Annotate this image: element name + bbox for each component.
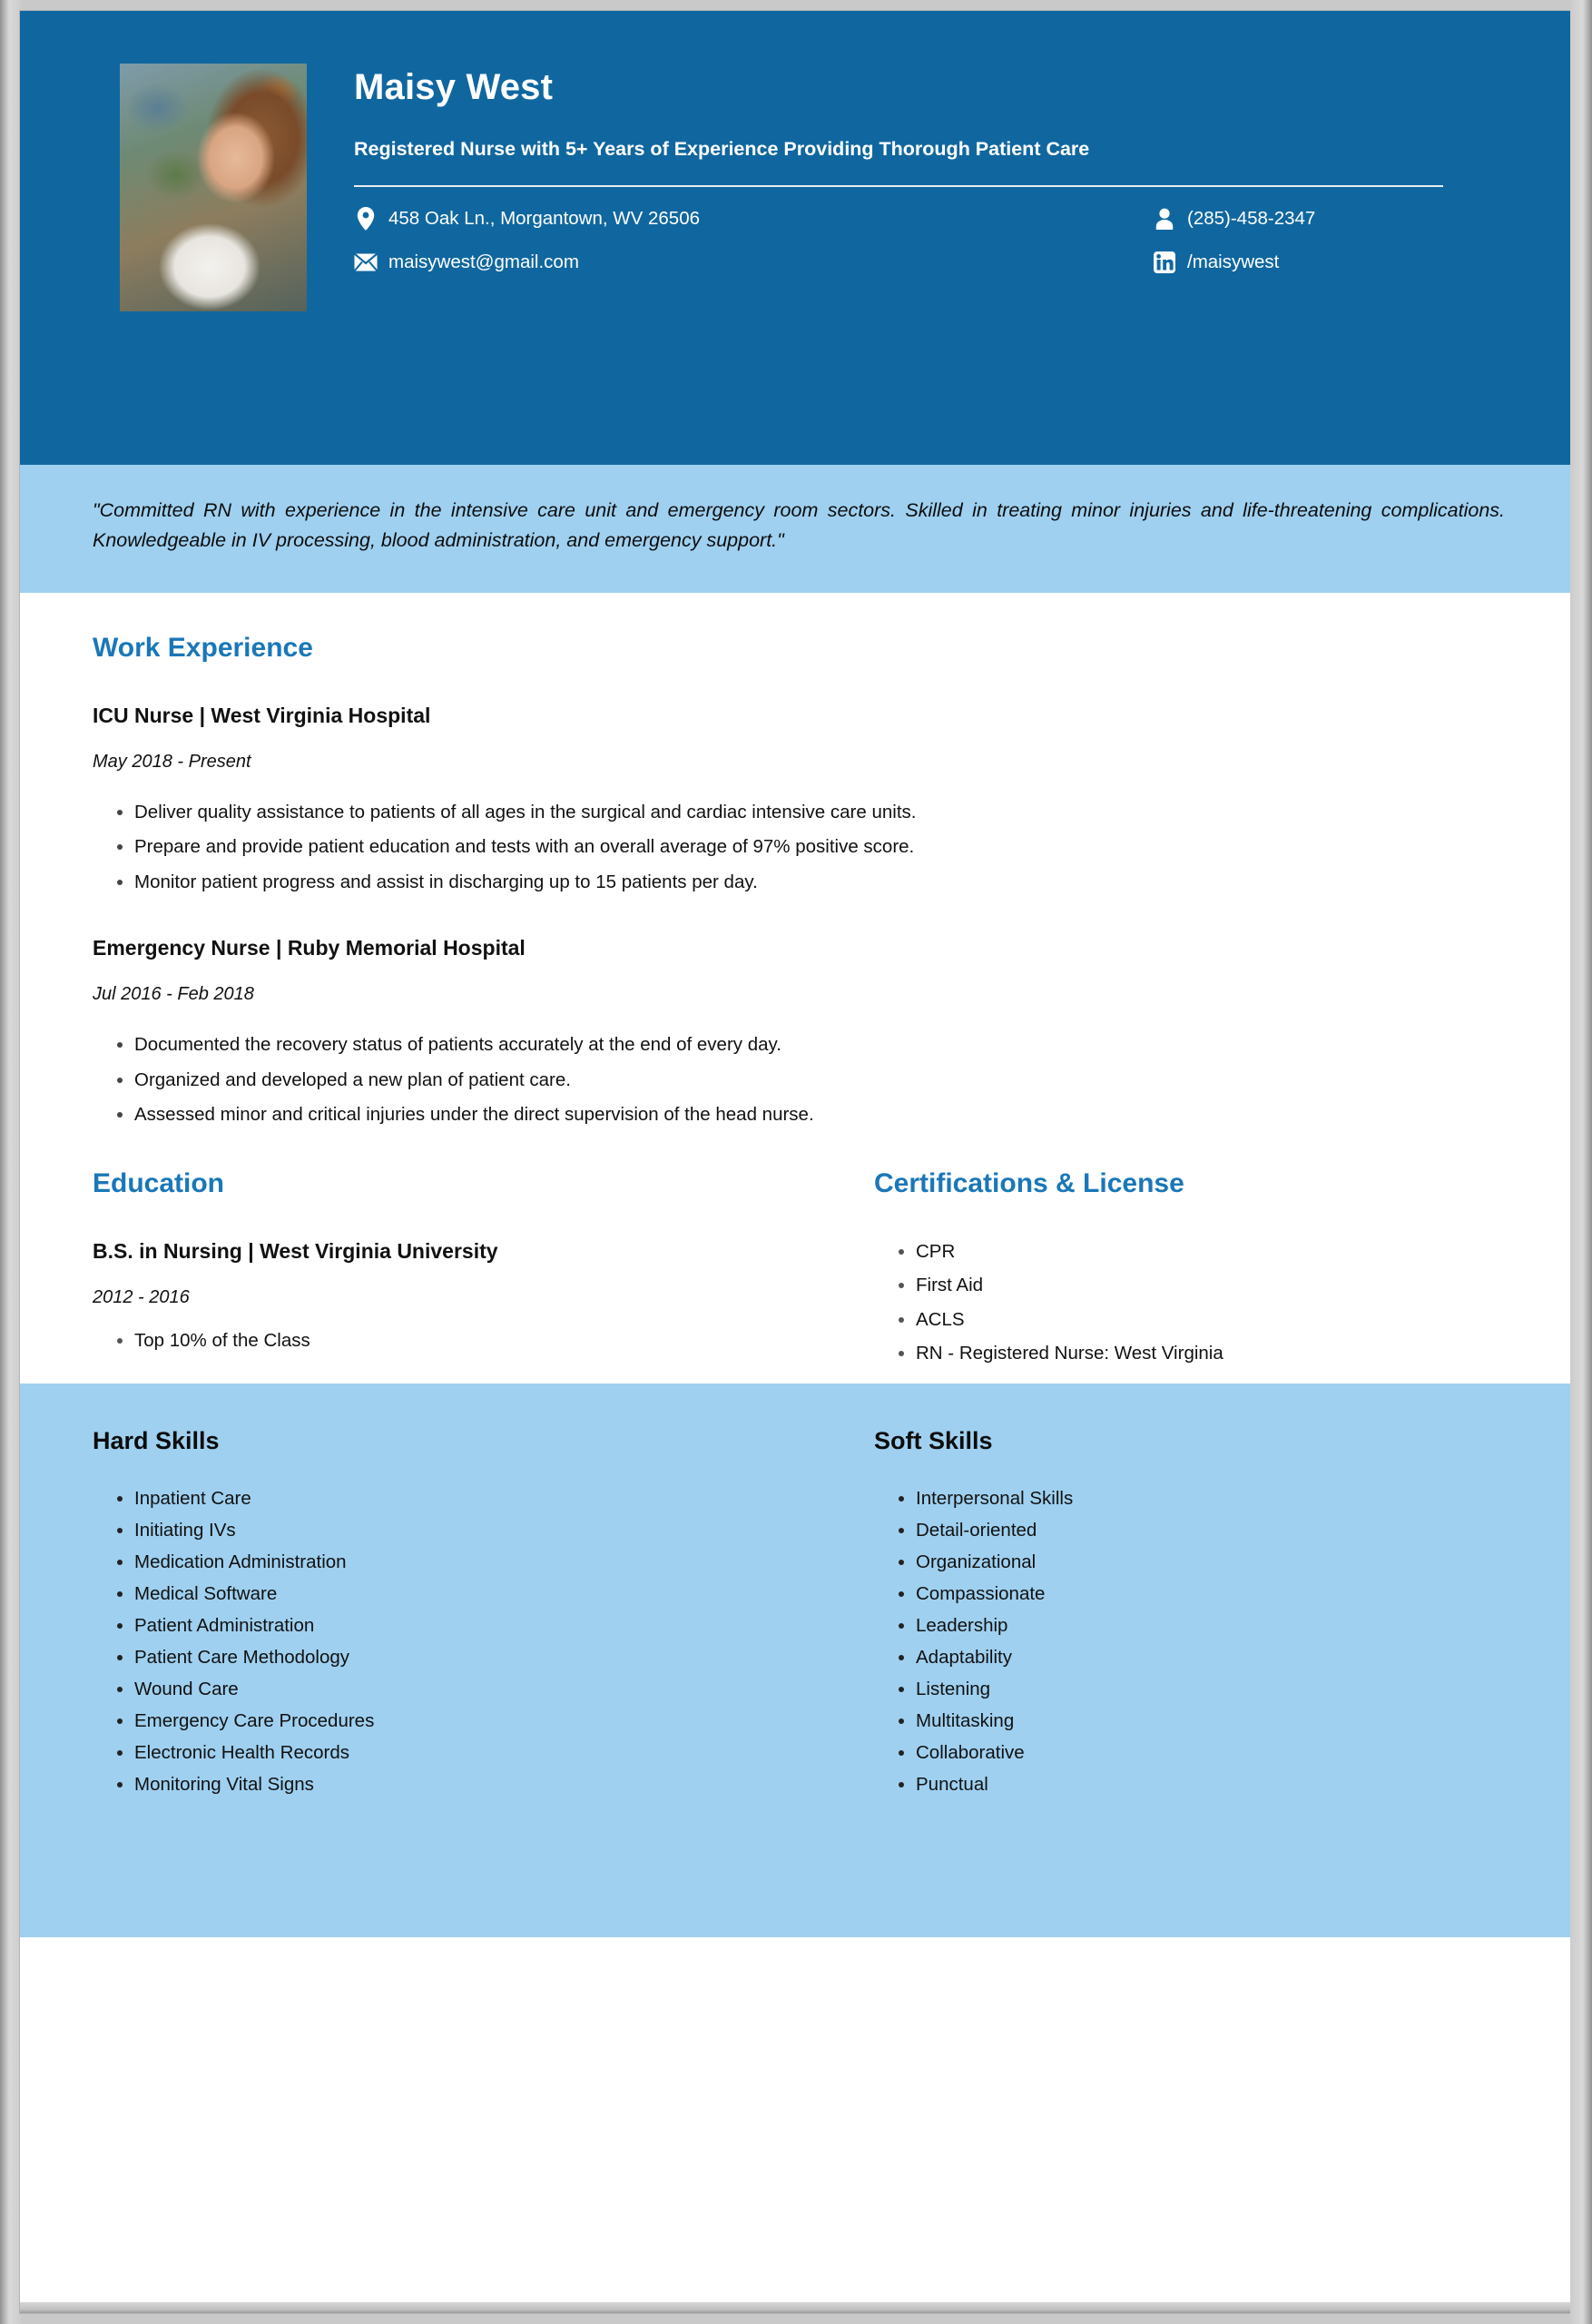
certifications-list: CPR First Aid ACLS RN - Registered Nurse… bbox=[874, 1239, 1499, 1364]
soft-skills-column: Soft Skills Interpersonal Skills Detail-… bbox=[796, 1427, 1499, 1804]
job-bullet: Documented the recovery status of patien… bbox=[134, 1032, 1499, 1057]
soft-skill-item: Detail-oriented bbox=[916, 1518, 1499, 1542]
education-degree: B.S. in Nursing bbox=[93, 1239, 242, 1264]
education-degree-line: B.S. in Nursing | West Virginia Universi… bbox=[93, 1239, 796, 1264]
education-highlights: Top 10% of the Class bbox=[93, 1328, 796, 1353]
contact-phone[interactable]: (285)-458-2347 bbox=[1153, 207, 1443, 231]
contact-linkedin[interactable]: /maisywest bbox=[1153, 251, 1443, 274]
contact-email[interactable]: maisywest@gmail.com bbox=[354, 251, 1153, 274]
education-column: Education B.S. in Nursing | West Virgini… bbox=[93, 1168, 796, 1374]
section-title-work-experience: Work Experience bbox=[93, 632, 313, 663]
contact-address[interactable]: 458 Oak Ln., Morgantown, WV 26506 bbox=[354, 206, 1153, 231]
soft-skill-item: Leadership bbox=[916, 1613, 1499, 1638]
candidate-name: Maisy West bbox=[354, 67, 554, 107]
soft-skill-item: Interpersonal Skills bbox=[916, 1486, 1499, 1511]
education-dates: 2012 - 2016 bbox=[93, 1287, 190, 1308]
job-bullet: Monitor patient progress and assist in d… bbox=[134, 870, 1499, 894]
candidate-headline: Registered Nurse with 5+ Years of Experi… bbox=[354, 138, 1090, 160]
job-bullet: Organized and developed a new plan of pa… bbox=[134, 1068, 1499, 1092]
job-entry: Emergency Nurse | Ruby Memorial Hospital… bbox=[93, 936, 1499, 1127]
job-bullet: Assessed minor and critical injuries und… bbox=[134, 1102, 1499, 1127]
contact-linkedin-text: /maisywest bbox=[1187, 251, 1280, 272]
job-role: Emergency Nurse bbox=[93, 936, 270, 960]
education-school: West Virginia University bbox=[260, 1239, 498, 1264]
soft-skill-item: Compassionate bbox=[916, 1581, 1499, 1606]
hard-skills-column: Hard Skills Inpatient Care Initiating IV… bbox=[93, 1427, 796, 1804]
job-entry: ICU Nurse | West Virginia Hospital May 2… bbox=[93, 704, 1499, 894]
section-title-certifications: Certifications & License bbox=[874, 1168, 1184, 1199]
soft-skill-item: Adaptability bbox=[916, 1645, 1499, 1669]
section-title-soft-skills: Soft Skills bbox=[874, 1426, 993, 1454]
header-divider bbox=[354, 184, 1443, 187]
resume-body: Work Experience ICU Nurse | West Virgini… bbox=[20, 592, 1572, 1384]
soft-skill-item: Listening bbox=[916, 1677, 1499, 1701]
soft-skill-item: Punctual bbox=[916, 1772, 1499, 1797]
envelope-icon bbox=[354, 251, 378, 274]
section-title-education: Education bbox=[93, 1168, 225, 1199]
header-main: Maisy West Registered Nurse with 5+ Year… bbox=[354, 64, 1512, 405]
hard-skill-item: Monitoring Vital Signs bbox=[134, 1772, 796, 1797]
certification-item: First Aid bbox=[916, 1273, 1499, 1297]
job-bullet: Deliver quality assistance to patients o… bbox=[134, 800, 1499, 824]
summary-text: "Committed RN with experience in the int… bbox=[93, 499, 1505, 552]
job-bullet: Prepare and provide patient education an… bbox=[134, 834, 1499, 859]
education-separator: | bbox=[241, 1239, 260, 1264]
job-title-line: ICU Nurse | West Virginia Hospital bbox=[93, 704, 1499, 728]
summary-band: "Committed RN with experience in the int… bbox=[20, 465, 1572, 593]
contact-address-text: 458 Oak Ln., Morgantown, WV 26506 bbox=[388, 207, 701, 229]
education-certifications-row: Education B.S. in Nursing | West Virgini… bbox=[93, 1168, 1499, 1374]
job-bullets: Deliver quality assistance to patients o… bbox=[93, 800, 1499, 894]
skills-band: Hard Skills Inpatient Care Initiating IV… bbox=[20, 1383, 1572, 1937]
job-dates: May 2018 - Present bbox=[93, 751, 251, 772]
skills-grid: Hard Skills Inpatient Care Initiating IV… bbox=[93, 1427, 1499, 1804]
hard-skill-item: Medication Administration bbox=[134, 1550, 796, 1574]
soft-skills-list: Interpersonal Skills Detail-oriented Org… bbox=[874, 1486, 1499, 1797]
hard-skill-item: Emergency Care Procedures bbox=[134, 1709, 796, 1733]
hard-skill-item: Wound Care bbox=[134, 1677, 796, 1701]
certifications-column: Certifications & License CPR First Aid A… bbox=[796, 1168, 1499, 1374]
hard-skill-item: Inpatient Care bbox=[134, 1486, 796, 1511]
linkedin-icon bbox=[1153, 251, 1176, 274]
hard-skill-item: Patient Administration bbox=[134, 1613, 796, 1638]
resume-page: Maisy West Registered Nurse with 5+ Year… bbox=[0, 0, 1592, 2324]
contact-grid: 458 Oak Ln., Morgantown, WV 26506 (285)-… bbox=[354, 206, 1443, 274]
soft-skill-item: Multitasking bbox=[916, 1709, 1499, 1733]
job-dates: Jul 2016 - Feb 2018 bbox=[93, 984, 254, 1005]
hard-skill-item: Electronic Health Records bbox=[134, 1740, 796, 1765]
education-highlight: Top 10% of the Class bbox=[134, 1328, 796, 1353]
job-separator: | bbox=[193, 703, 211, 727]
section-title-hard-skills: Hard Skills bbox=[93, 1426, 220, 1454]
hard-skill-item: Initiating IVs bbox=[134, 1518, 796, 1542]
hard-skill-item: Patient Care Methodology bbox=[134, 1645, 796, 1669]
contact-email-text: maisywest@gmail.com bbox=[388, 251, 579, 272]
certification-item: CPR bbox=[916, 1239, 1499, 1264]
soft-skill-item: Organizational bbox=[916, 1550, 1499, 1574]
job-bullets: Documented the recovery status of patien… bbox=[93, 1032, 1499, 1127]
job-separator: | bbox=[270, 936, 288, 960]
profile-photo bbox=[120, 64, 307, 311]
resume-sheet: Maisy West Registered Nurse with 5+ Year… bbox=[20, 11, 1572, 2313]
job-role: ICU Nurse bbox=[93, 703, 194, 727]
contact-phone-text: (285)-458-2347 bbox=[1187, 207, 1316, 229]
person-icon bbox=[1153, 207, 1176, 231]
location-pin-icon bbox=[354, 206, 378, 231]
job-company: West Virginia Hospital bbox=[211, 703, 431, 727]
soft-skill-item: Collaborative bbox=[916, 1740, 1499, 1765]
certification-item: RN - Registered Nurse: West Virginia bbox=[916, 1341, 1499, 1365]
resume-header: Maisy West Registered Nurse with 5+ Year… bbox=[20, 11, 1572, 465]
page-bottom-shadow bbox=[20, 2302, 1572, 2313]
job-title-line: Emergency Nurse | Ruby Memorial Hospital bbox=[93, 936, 1499, 960]
hard-skill-item: Medical Software bbox=[134, 1581, 796, 1606]
job-company: Ruby Memorial Hospital bbox=[287, 936, 526, 960]
certification-item: ACLS bbox=[916, 1307, 1499, 1332]
hard-skills-list: Inpatient Care Initiating IVs Medication… bbox=[93, 1486, 796, 1797]
